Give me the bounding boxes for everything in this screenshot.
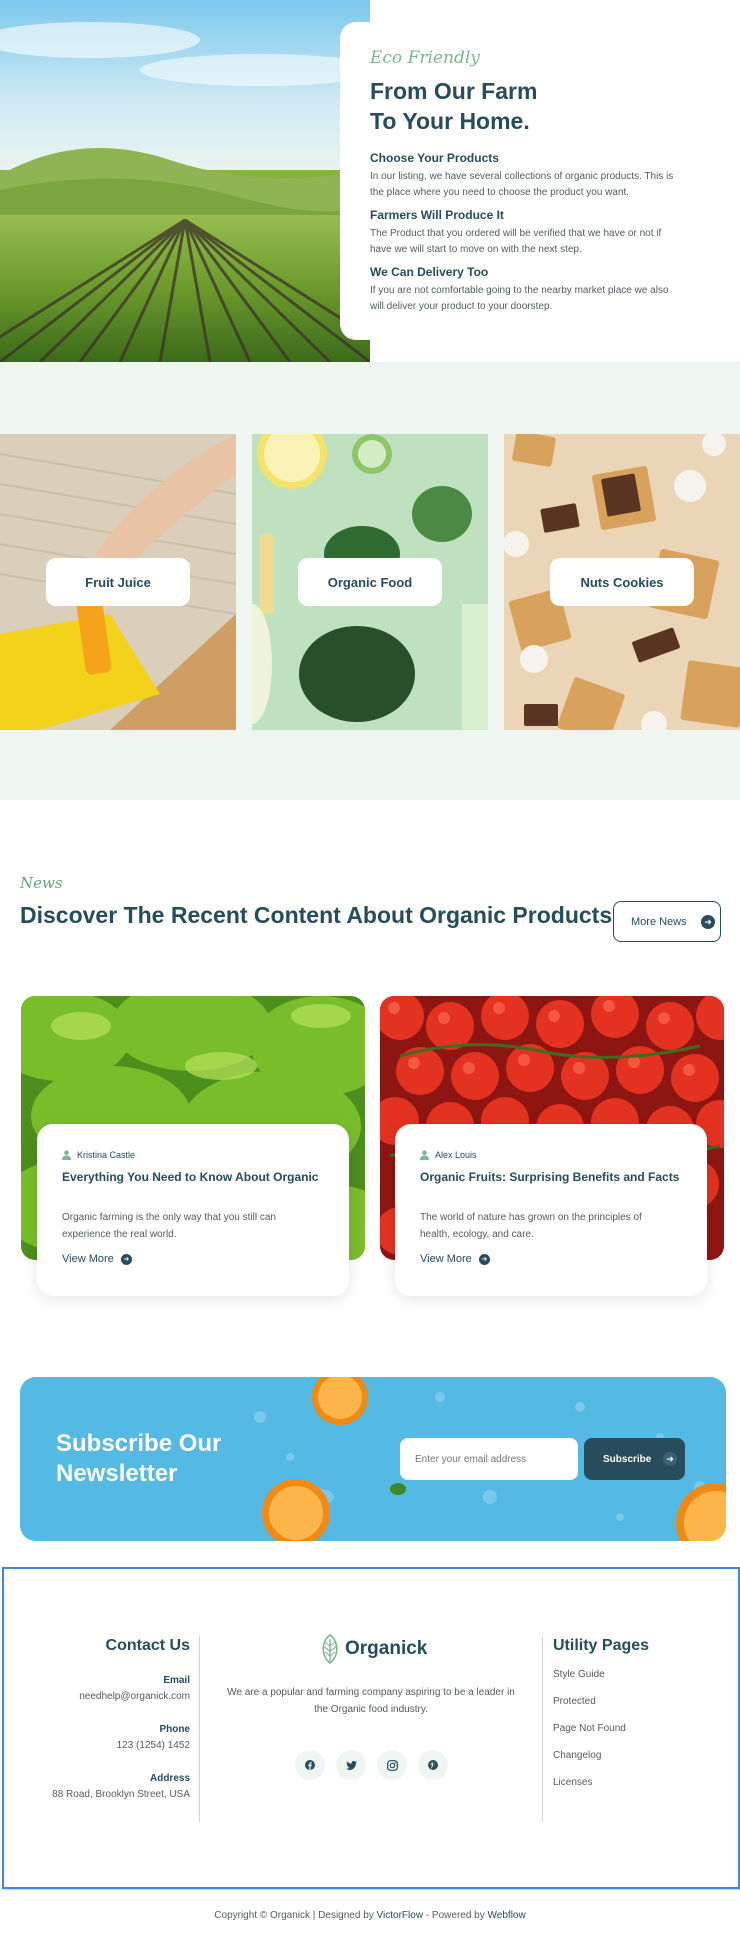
author-name: Kristina Castle [77,1150,136,1160]
platform-link[interactable]: Webflow [488,1910,526,1921]
footer-divider [199,1636,200,1822]
contact-heading: Contact Us [105,1637,190,1654]
news-card-title[interactable]: Everything You Need to Know About Organi… [62,1170,332,1184]
feature-text: In our listing, we have several collecti… [370,171,674,198]
utility-heading: Utility Pages [553,1637,650,1654]
pinterest-icon[interactable] [418,1750,448,1780]
subscribe-button[interactable]: Subscribe ➜ [584,1438,685,1480]
email-label: Email [163,1675,190,1686]
copyright-text: Copyright © Organick | Designed by [214,1910,374,1921]
news-author: Alex Louis [420,1150,477,1160]
arrow-right-icon: ➜ [663,1452,677,1466]
copyright: Copyright © Organick | Designed by Victo… [0,1910,740,1921]
category-label: Nuts Cookies [550,558,694,606]
arrow-right-icon: ➜ [120,1253,132,1265]
subscribe-label: Subscribe [603,1453,652,1465]
utility-link-style-guide[interactable]: Style Guide [553,1669,605,1680]
more-news-button[interactable]: More News ➜ [613,901,721,942]
feature-title: Choose Your Products [370,151,499,165]
view-more-link[interactable]: View More ➜ [420,1253,490,1265]
arrow-right-icon: ➜ [701,915,715,929]
utility-link-licenses[interactable]: Licenses [553,1777,592,1788]
address-value: 88 Road, Brooklyn Street, USA [52,1789,190,1800]
user-icon [420,1150,429,1160]
feature-text: The Product that you ordered will be ver… [370,228,662,255]
category-label: Organic Food [298,558,442,606]
view-more-link[interactable]: View More ➜ [62,1253,132,1265]
twitter-icon[interactable] [336,1750,366,1780]
designer-link[interactable]: VictorFlow [377,1910,424,1921]
news-card[interactable]: Kristina Castle Everything You Need to K… [37,1124,349,1296]
view-more-label: View More [420,1253,472,1265]
facebook-icon[interactable] [295,1750,325,1780]
news-card-text: Organic farming is the only way that you… [62,1212,276,1240]
hero-title: From Our Farm To Your Home. [370,76,710,136]
email-value[interactable]: needhelp@organick.com [10,1691,190,1702]
phone-label: Phone [159,1724,190,1735]
feature-title: We Can Delivery Too [370,265,489,279]
arrow-right-icon: ➜ [478,1253,490,1265]
feature-text: If you are not comfortable going to the … [370,285,669,312]
hero-title-line1: From Our Farm [370,78,538,104]
copyright-powered: - Powered by [425,1910,485,1921]
author-name: Alex Louis [435,1150,477,1160]
news-section-title: Discover The Recent Content About Organi… [20,902,613,928]
news-author: Kristina Castle [62,1150,135,1160]
utility-link-page-not-found[interactable]: Page Not Found [553,1723,626,1734]
more-news-label: More News [631,915,687,928]
footer-bottom-divider [2,1889,740,1890]
utility-link-changelog[interactable]: Changelog [553,1750,601,1761]
view-more-label: View More [62,1253,114,1265]
newsletter-email-input[interactable] [400,1438,578,1480]
newsletter-title: Subscribe Our Newsletter [56,1430,222,1487]
instagram-icon[interactable] [377,1750,407,1780]
footer-description: We are a popular and farming company asp… [227,1687,515,1715]
news-tag: News [20,874,63,892]
footer-divider [542,1636,543,1822]
utility-link-protected[interactable]: Protected [553,1696,596,1707]
category-card-organic-food[interactable]: Organic Food [252,434,488,730]
feature-title: Farmers Will Produce It [370,208,504,222]
address-label: Address [149,1773,190,1784]
news-card-text: The world of nature has grown on the pri… [420,1212,642,1240]
news-card[interactable]: Alex Louis Organic Fruits: Surprising Be… [395,1124,707,1296]
user-icon [62,1150,71,1160]
hero-tag: Eco Friendly [370,48,480,68]
brand-name: Organick [345,1638,428,1659]
category-card-nuts-cookies[interactable]: Nuts Cookies [504,434,740,730]
footer-logo[interactable]: Organick [319,1634,427,1664]
leaf-logo-icon [322,1634,338,1664]
hero-farm-image [0,0,370,362]
category-card-fruit-juice[interactable]: Fruit Juice [0,434,236,730]
phone-value[interactable]: 123 (1254) 1452 [10,1740,190,1751]
category-label: Fruit Juice [46,558,190,606]
news-card-title[interactable]: Organic Fruits: Surprising Benefits and … [420,1170,690,1184]
hero-title-line2: To Your Home. [370,108,530,134]
